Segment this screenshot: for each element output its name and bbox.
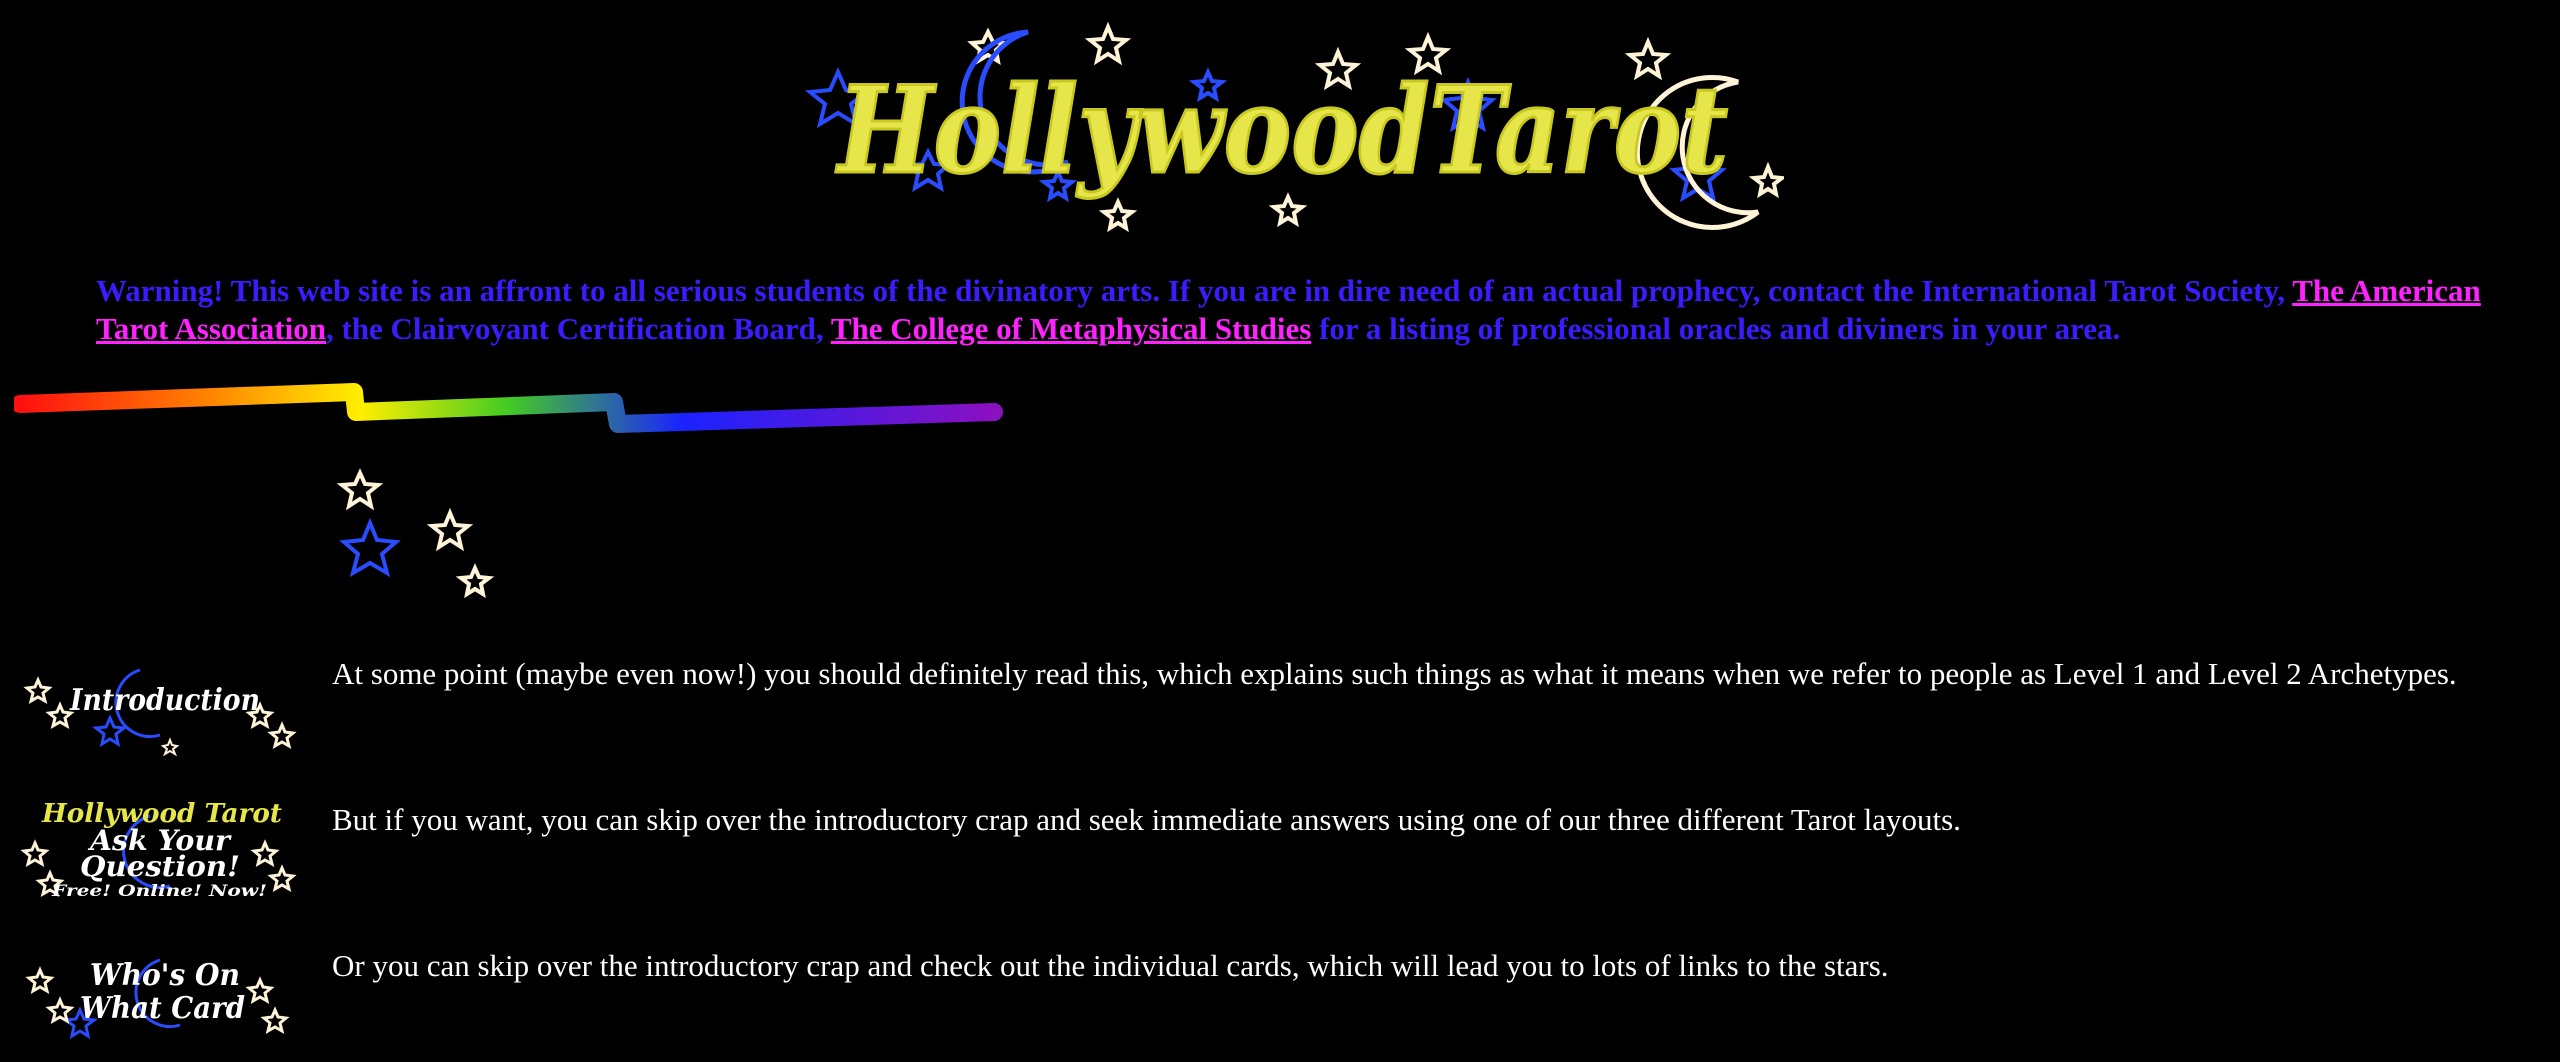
ask-your-question-button[interactable]: Hollywood Tarot Ask Your Question! Free!… bbox=[20, 798, 305, 908]
introduction-button[interactable]: Introduction bbox=[20, 660, 305, 770]
logo-title: HollywoodTarot bbox=[835, 60, 1728, 201]
whos-button-line1: Who's On bbox=[90, 958, 240, 993]
warning-paragraph: Warning! This web site is an affront to … bbox=[96, 272, 2496, 348]
whos-on-what-card-button[interactable]: Who's On What Card bbox=[20, 950, 305, 1060]
warning-text-2: , the Clairvoyant Certification Board, bbox=[325, 311, 831, 346]
hollywood-tarot-logo: HollywoodTarot bbox=[778, 12, 1784, 245]
college-of-metaphysical-studies-link[interactable]: The College of Metaphysical Studies bbox=[831, 311, 1312, 346]
ask-button-line3: Question! bbox=[80, 850, 240, 883]
star-cluster-icon bbox=[330, 468, 500, 603]
ask-question-description: But if you want, you can skip over the i… bbox=[332, 802, 1961, 837]
introduction-description: At some point (maybe even now!) you shou… bbox=[332, 656, 2457, 691]
whos-on-what-card-description: Or you can skip over the introductory cr… bbox=[332, 948, 1889, 983]
warning-text-3: for a listing of professional oracles an… bbox=[1311, 311, 2121, 346]
ask-button-line4: Free! Online! Now! bbox=[51, 881, 267, 900]
introduction-button-label: Introduction bbox=[69, 683, 260, 718]
rainbow-divider bbox=[11, 382, 1004, 447]
whos-button-line2: What Card bbox=[80, 991, 245, 1026]
warning-text-1: Warning! This web site is an affront to … bbox=[96, 273, 2293, 308]
